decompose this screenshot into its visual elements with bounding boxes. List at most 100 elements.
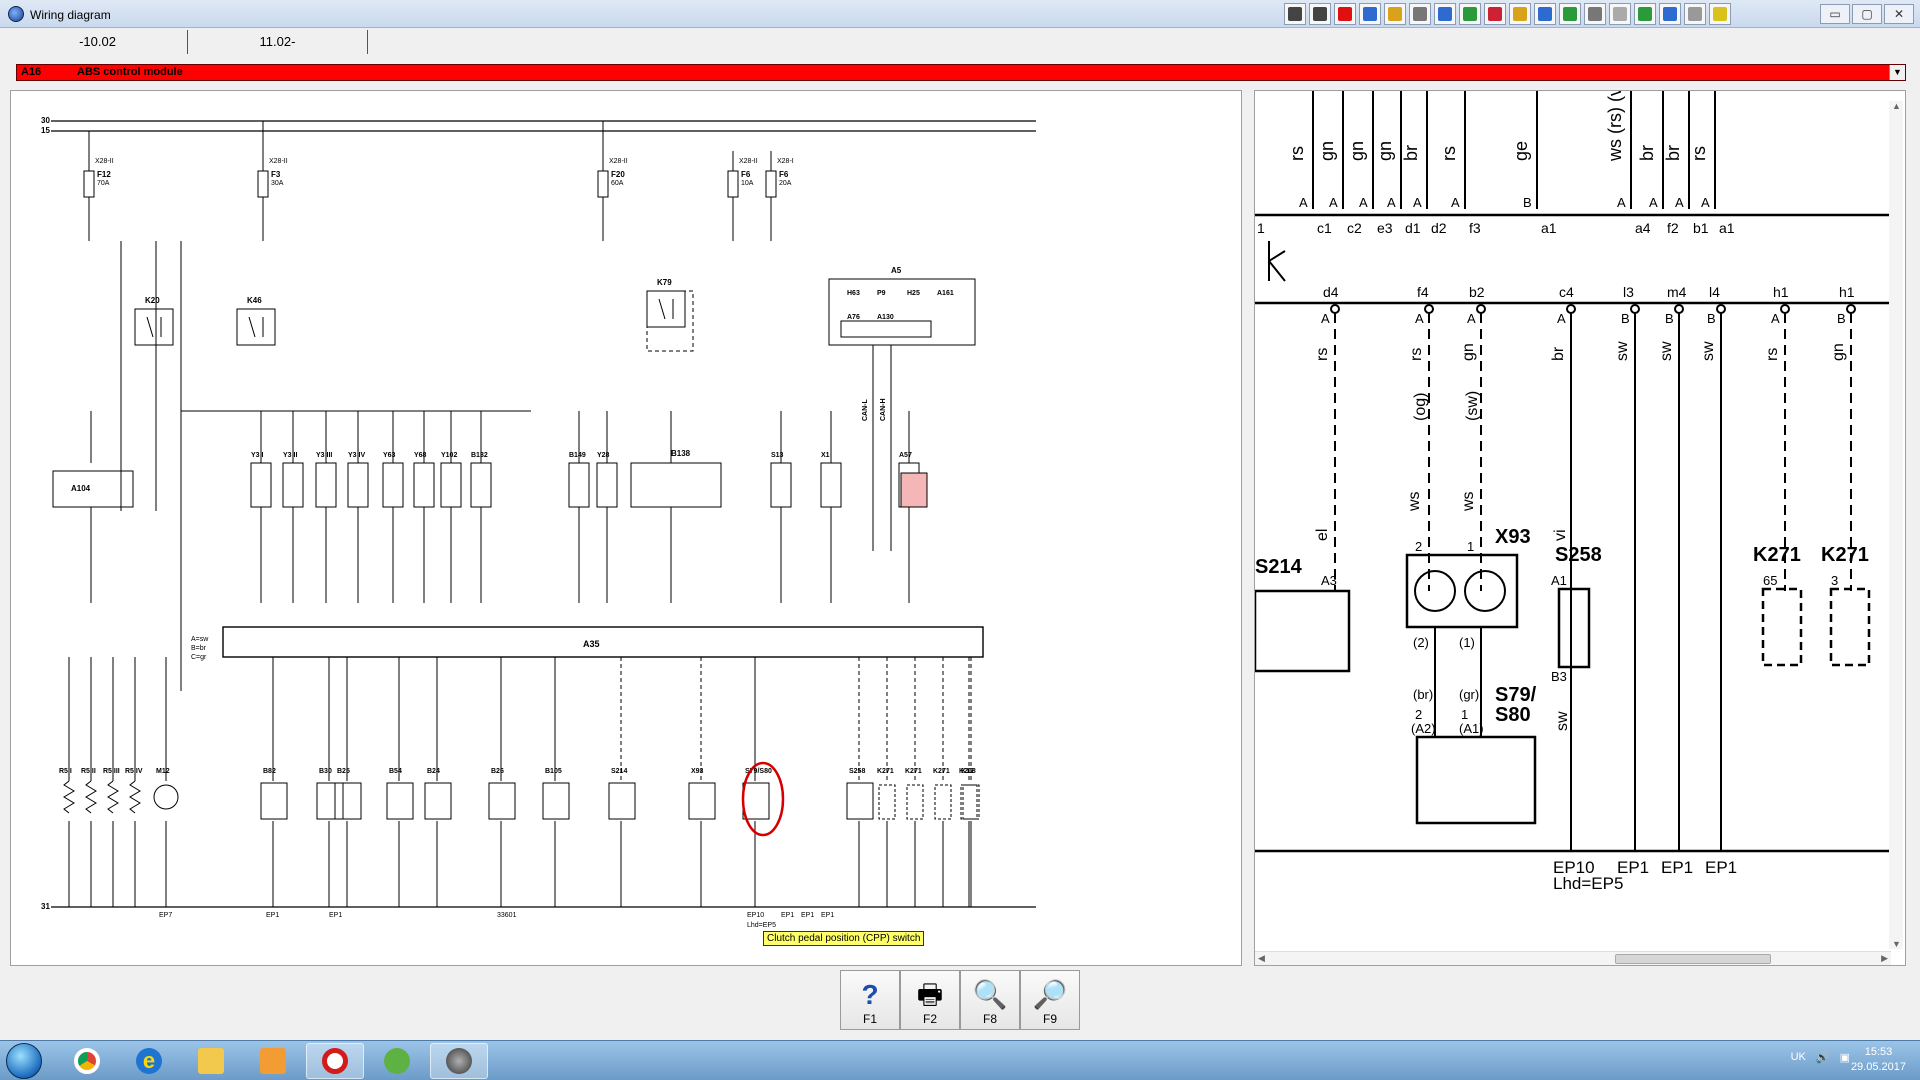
help-icon[interactable] [1684, 3, 1706, 25]
zoom-text-icon: 🔍 [972, 979, 1008, 1010]
component-tooltip: Clutch pedal position (CPP) switch [763, 931, 925, 946]
info-icon[interactable] [1659, 3, 1681, 25]
settings-icon[interactable] [1409, 3, 1431, 25]
help-button[interactable]: ? F1 [840, 970, 900, 1030]
folder-icon[interactable] [1384, 3, 1406, 25]
nav-prev-icon[interactable] [1309, 3, 1331, 25]
pin-number: l3 [1623, 284, 1634, 300]
help-icon: ? [861, 979, 879, 1010]
pin-letter: A [1329, 195, 1338, 210]
nav-first-icon[interactable] [1284, 3, 1306, 25]
module-selector[interactable]: A16 ABS control module ▼ [16, 64, 1906, 81]
pin-number: A1 [1551, 573, 1567, 588]
wiring-diagram-overview[interactable]: 30 15 31 X28-II F12 70A X28-II F3 30A X28-II F20 60… [10, 90, 1242, 966]
pin-number: (A1) [1459, 721, 1484, 736]
horizontal-scrollbar[interactable]: ◀ ▶ [1255, 951, 1891, 965]
ground-label: EP1 [1617, 858, 1649, 877]
component-label: Y28 [597, 452, 610, 459]
bus-label: 31 [41, 902, 50, 911]
pin-letter: A [1467, 311, 1476, 326]
scroll-left-icon[interactable]: ◀ [1258, 953, 1265, 964]
pin-circle [1716, 304, 1726, 314]
print-icon[interactable] [1609, 3, 1631, 25]
print-button[interactable]: 🖶 F2 [900, 970, 960, 1030]
legend-text: A=sw [191, 636, 209, 643]
fkey-label: F8 [982, 1012, 997, 1026]
wire-color-label: rs [1314, 348, 1331, 361]
close-button[interactable]: ✕ [1884, 4, 1914, 24]
tab-version-old[interactable]: -10.02 [8, 30, 188, 54]
component-label: Y3 II [283, 452, 297, 459]
book-icon[interactable] [1434, 3, 1456, 25]
detail-diagram-svg[interactable]: rs Agn Agn Agn Abr Ars Age Bws (rs) (vi) (Abr Ab… [1255, 91, 1891, 951]
module-code: A16 [21, 66, 42, 78]
scroll-down-icon[interactable]: ▼ [1892, 939, 1901, 949]
clock-time: 15:53 [1864, 1046, 1893, 1058]
language-indicator[interactable]: UK [1791, 1051, 1806, 1064]
component-box [846, 782, 874, 820]
ie-icon[interactable]: e [120, 1043, 178, 1079]
vertical-scrollbar[interactable]: ▲ ▼ [1889, 101, 1903, 949]
resistor-symbol [107, 780, 119, 814]
pin-number: (1) [1459, 635, 1475, 650]
component-label: Y68 [414, 452, 427, 459]
fuse-connector: X28-II [609, 158, 628, 165]
pin-letter: B [1665, 311, 1674, 326]
component-s214 [1255, 589, 1351, 673]
wis-app-icon[interactable] [430, 1043, 488, 1079]
scroll-thumb[interactable] [1615, 954, 1771, 964]
component-label: X93 [1495, 526, 1531, 548]
start-button[interactable] [6, 1043, 42, 1079]
pin-letter: B [1707, 311, 1716, 326]
bus-label: 15 [41, 126, 50, 135]
system-tray: UK 🔊 ▣ [1791, 1051, 1850, 1064]
wiring-diagram-detail[interactable]: rs Agn Agn Agn Abr Ars Age Bws (rs) (vi) (Abr Ab… [1254, 90, 1906, 966]
resistor-symbol [63, 780, 75, 814]
clock[interactable]: 15:53 29.05.2017 [1851, 1045, 1906, 1075]
overview-diagram-svg[interactable]: 3015 31 X28-II F1270A X28-II F330A X28-II F2060… [11, 91, 1242, 966]
pin-circle [1424, 304, 1434, 314]
legend-text: C=gr [191, 654, 207, 661]
gauge-icon[interactable] [1459, 3, 1481, 25]
component-label: K271 [1753, 544, 1801, 566]
minimize-button[interactable]: ▭ [1820, 4, 1850, 24]
maximize-button[interactable]: ▢ [1852, 4, 1882, 24]
car-icon[interactable] [1509, 3, 1531, 25]
warning-icon[interactable] [1334, 3, 1356, 25]
pin-number: c1 [1317, 220, 1332, 236]
zoom-text-button[interactable]: 🔍 F8 [960, 970, 1020, 1030]
chart-icon[interactable] [1484, 3, 1506, 25]
network-icon[interactable]: ▣ [1840, 1051, 1850, 1064]
component-label: X1 [821, 452, 830, 459]
zoom-button[interactable]: 🔎 F9 [1020, 970, 1080, 1030]
explorer-icon[interactable] [182, 1043, 240, 1079]
chrome-icon[interactable] [58, 1043, 116, 1079]
component-box [260, 782, 288, 820]
relay-label: K20 [145, 296, 160, 305]
note-icon[interactable] [1709, 3, 1731, 25]
tab-version-new[interactable]: 11.02- [188, 30, 368, 54]
component-box [316, 782, 344, 820]
opera-icon[interactable] [306, 1043, 364, 1079]
document-icon[interactable] [1359, 3, 1381, 25]
wrench-icon[interactable] [1634, 3, 1656, 25]
pin-circle [1674, 304, 1684, 314]
chevron-down-icon[interactable]: ▼ [1889, 65, 1905, 80]
module-a35-label: A35 [583, 639, 600, 649]
wire-color-label: sw [1700, 341, 1717, 361]
component-label: M12 [156, 768, 170, 775]
list-icon[interactable] [1584, 3, 1606, 25]
volume-icon[interactable]: 🔊 [1816, 1051, 1830, 1064]
utorrent-icon[interactable] [368, 1043, 426, 1079]
wire [658, 298, 666, 320]
media-player-icon[interactable] [244, 1043, 302, 1079]
fkey-label: F9 [1042, 1012, 1057, 1026]
wire-color-label: sw [1554, 711, 1571, 731]
wire-color-label: (og) [1412, 393, 1429, 421]
wire-color-label: rs [1764, 348, 1781, 361]
scroll-up-icon[interactable]: ▲ [1892, 101, 1901, 111]
engine-icon[interactable] [1559, 3, 1581, 25]
component-label: R5 IV [125, 768, 143, 775]
tool-icon[interactable] [1534, 3, 1556, 25]
scroll-right-icon[interactable]: ▶ [1881, 953, 1888, 964]
